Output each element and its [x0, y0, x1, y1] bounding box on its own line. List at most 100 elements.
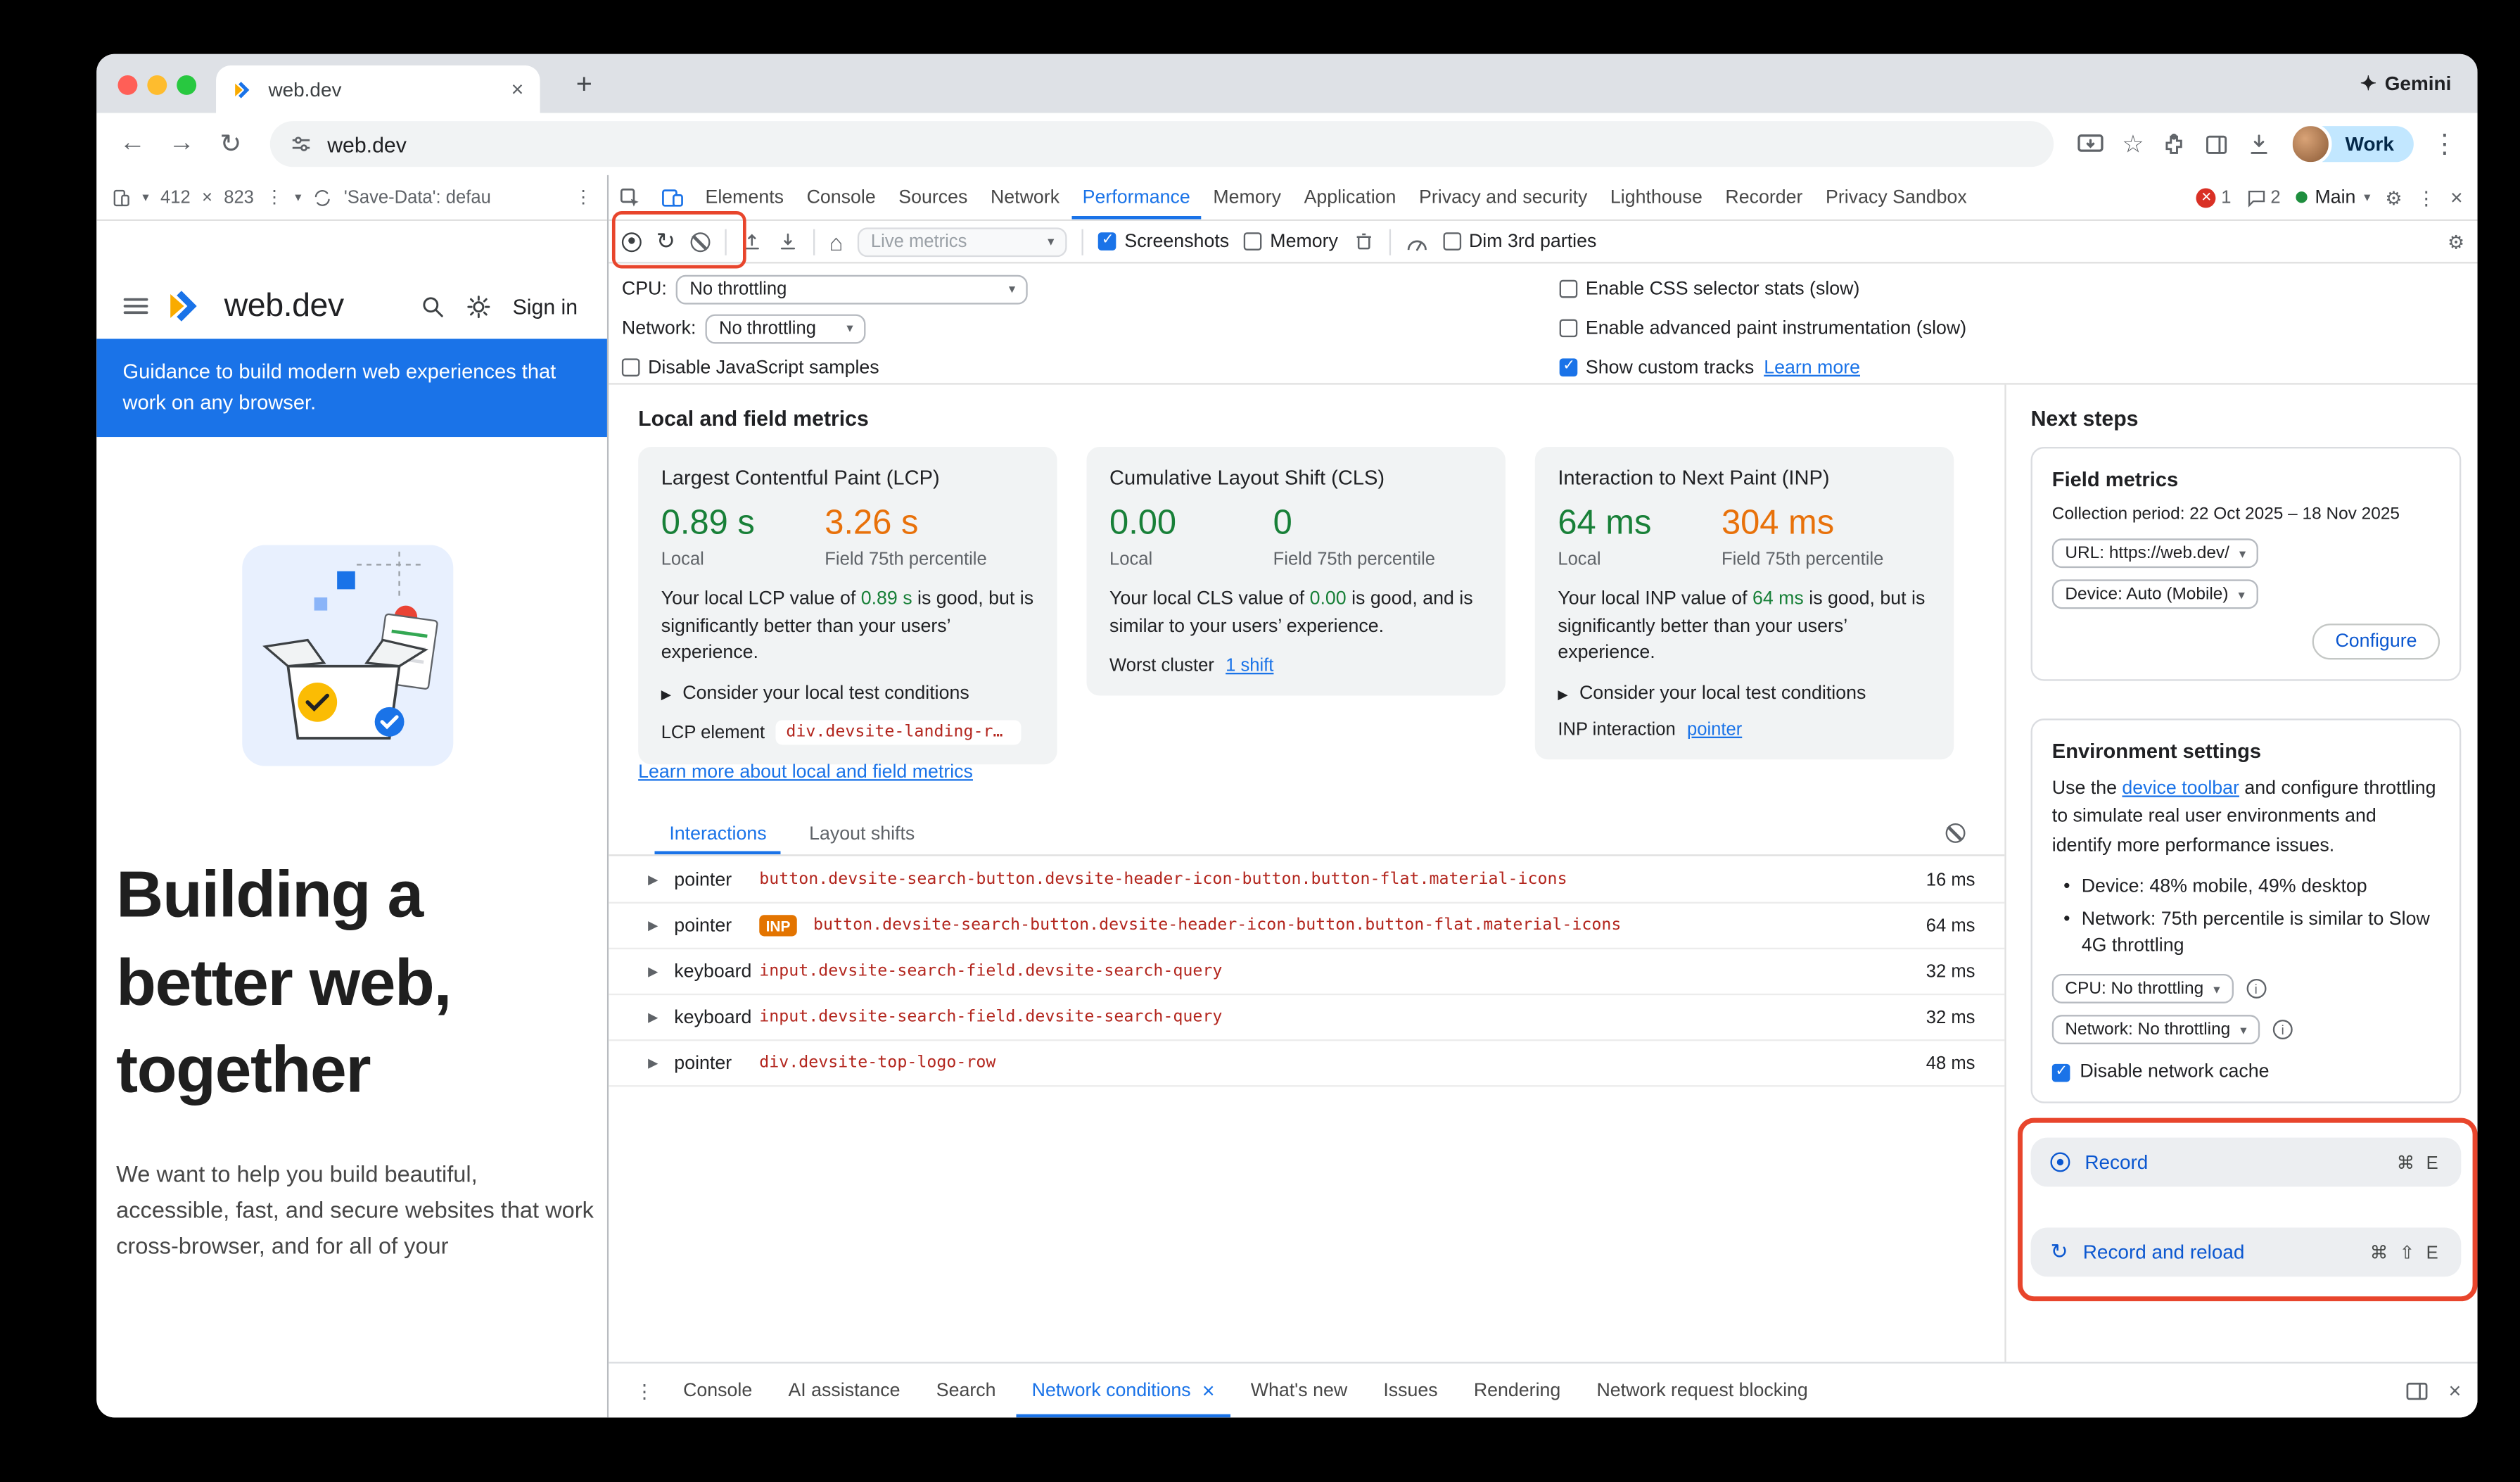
history-select[interactable]: Live metrics ▾	[858, 227, 1067, 256]
record-reload-icon[interactable]: ↻	[656, 227, 675, 255]
sign-in-button[interactable]: Sign in	[513, 294, 578, 319]
gemini-button[interactable]: ✦ Gemini	[2360, 54, 2452, 113]
devtools-settings-icon[interactable]: ⚙	[2385, 186, 2402, 209]
interaction-target[interactable]: button.devsite-search-button.devsite-hea…	[759, 870, 1887, 889]
devtools-close-icon[interactable]: ×	[2450, 185, 2463, 210]
lcp-test-conditions-expander[interactable]: ▶ Consider your local test conditions	[661, 684, 1034, 704]
tab-sources[interactable]: Sources	[887, 175, 979, 220]
tab-network[interactable]: Network	[979, 175, 1071, 220]
clear-interactions-icon[interactable]	[1946, 823, 1966, 843]
minimize-window-button[interactable]	[147, 75, 167, 95]
dock-side-icon[interactable]	[2406, 1381, 2429, 1400]
chevron-down-icon[interactable]: ▾	[142, 190, 148, 205]
address-bar[interactable]: web.dev	[270, 121, 2054, 167]
inspect-element-icon[interactable]	[609, 175, 651, 220]
drawer-tab-network-request-blocking[interactable]: Network request blocking	[1580, 1364, 1824, 1418]
tab-layout-shifts[interactable]: Layout shifts	[794, 813, 929, 854]
lcp-element-link[interactable]: div.devsite-landing-row-ite…	[776, 720, 1022, 745]
tab-application[interactable]: Application	[1292, 175, 1407, 220]
extensions-icon[interactable]	[2162, 132, 2187, 156]
dim-3rd-parties-checkbox[interactable]: Dim 3rd parties	[1443, 232, 1597, 251]
inp-test-conditions-expander[interactable]: ▶ Consider your local test conditions	[1558, 684, 1930, 704]
network-throttling-select[interactable]: No throttling ▾	[706, 313, 866, 343]
record-and-reload-button[interactable]: ↻ Record and reload ⌘ ⇧ E	[2031, 1228, 2462, 1277]
device-width[interactable]: 412	[160, 187, 191, 207]
tab-recorder[interactable]: Recorder	[1714, 175, 1814, 220]
close-window-button[interactable]	[117, 75, 137, 95]
interaction-row[interactable]: ▶ pointer button.devsite-search-button.d…	[609, 858, 2004, 904]
info-icon[interactable]: i	[2246, 979, 2266, 999]
paint-instrumentation-checkbox[interactable]: Enable advanced paint instrumentation (s…	[1560, 318, 1966, 338]
interaction-row[interactable]: ▶ pointer INP button.devsite-search-butt…	[609, 904, 2004, 949]
tab-memory[interactable]: Memory	[1202, 175, 1292, 220]
gc-icon[interactable]	[1353, 231, 1374, 252]
clear-icon[interactable]	[690, 232, 710, 251]
learn-more-link[interactable]: Learn more	[1764, 357, 1860, 377]
new-tab-button[interactable]: +	[576, 69, 592, 102]
row-expand-icon[interactable]: ▶	[648, 918, 674, 933]
screenshots-checkbox[interactable]: Screenshots	[1098, 232, 1229, 251]
cls-shift-link[interactable]: 1 shift	[1226, 657, 1273, 677]
interaction-target[interactable]: div.devsite-top-logo-row	[759, 1054, 1887, 1072]
reload-button[interactable]: ↻	[208, 121, 253, 167]
gauge-icon[interactable]	[1405, 232, 1428, 251]
tab-elements[interactable]: Elements	[694, 175, 795, 220]
tab-console[interactable]: Console	[795, 175, 887, 220]
drawer-tab-whats-new[interactable]: What's new	[1234, 1364, 1363, 1418]
forward-button[interactable]: →	[159, 121, 205, 167]
row-expand-icon[interactable]: ▶	[648, 964, 674, 979]
env-cpu-select[interactable]: CPU: No throttling ▾	[2052, 974, 2233, 1003]
site-settings-icon[interactable]	[290, 132, 313, 156]
field-url-select[interactable]: URL: https://web.dev/ ▾	[2052, 538, 2259, 568]
rotate-icon[interactable]	[313, 187, 333, 207]
interaction-row[interactable]: ▶ keyboard input.devsite-search-field.de…	[609, 949, 2004, 995]
device-height[interactable]: 823	[224, 187, 254, 207]
drawer-tab-console[interactable]: Console	[667, 1364, 769, 1418]
tab-interactions[interactable]: Interactions	[654, 813, 781, 854]
error-badge[interactable]: ✕ 1	[2196, 187, 2231, 207]
tab-performance[interactable]: Performance	[1071, 175, 1202, 220]
drawer-tab-ai-assistance[interactable]: AI assistance	[772, 1364, 917, 1418]
row-expand-icon[interactable]: ▶	[648, 1056, 674, 1070]
interaction-target[interactable]: input.devsite-search-field.devsite-searc…	[759, 1008, 1887, 1027]
back-button[interactable]: ←	[110, 121, 155, 167]
device-toolbar-toggle-icon[interactable]	[651, 175, 694, 220]
drawer-tab-rendering[interactable]: Rendering	[1458, 1364, 1577, 1418]
drawer-tab-issues[interactable]: Issues	[1367, 1364, 1454, 1418]
row-expand-icon[interactable]: ▶	[648, 1010, 674, 1025]
webdev-wordmark[interactable]: web.dev	[224, 287, 344, 324]
hamburger-menu-icon[interactable]	[122, 295, 148, 318]
zoom-menu-icon[interactable]: ⋮	[265, 186, 284, 208]
interaction-target[interactable]: button.devsite-search-button.devsite-hea…	[813, 917, 1887, 935]
throttling-select[interactable]: 'Save-Data': defau	[344, 187, 491, 207]
close-drawer-icon[interactable]: ×	[2449, 1378, 2462, 1402]
cpu-throttling-select[interactable]: No throttling ▾	[677, 274, 1029, 304]
configure-button[interactable]: Configure	[2312, 623, 2440, 659]
dimensions-icon[interactable]	[111, 187, 131, 207]
device-toolbar-link[interactable]: device toolbar	[2122, 779, 2239, 799]
learn-metrics-link[interactable]: Learn more about local and field metrics	[638, 763, 973, 783]
capture-settings-gear-icon[interactable]: ⚙	[2448, 230, 2464, 253]
upload-profile-icon[interactable]	[741, 231, 762, 252]
downloads-icon[interactable]	[2247, 132, 2272, 156]
custom-tracks-checkbox[interactable]: Show custom tracks	[1560, 357, 1755, 377]
search-icon[interactable]	[421, 294, 445, 319]
interaction-target[interactable]: input.devsite-search-field.devsite-searc…	[759, 963, 1887, 981]
tab-privacy-security[interactable]: Privacy and security	[1408, 175, 1599, 220]
tab-privacy-sandbox[interactable]: Privacy Sandbox	[1814, 175, 1978, 220]
close-drawer-tab-icon[interactable]: ×	[1202, 1378, 1215, 1402]
devtools-menu-icon[interactable]: ⋮	[2417, 186, 2436, 209]
download-profile-icon[interactable]	[777, 231, 798, 252]
drawer-tab-search[interactable]: Search	[919, 1364, 1012, 1418]
side-panel-icon[interactable]	[2205, 132, 2229, 156]
env-network-select[interactable]: Network: No throttling ▾	[2052, 1015, 2260, 1044]
disable-network-cache-checkbox[interactable]: Disable network cache	[2052, 1063, 2440, 1082]
bookmark-star-icon[interactable]: ☆	[2122, 129, 2144, 159]
browser-tab[interactable]: web.dev ×	[216, 65, 540, 113]
record-button[interactable]: Record ⌘ E	[2031, 1138, 2462, 1187]
issues-badge[interactable]: 2	[2246, 187, 2280, 207]
theme-toggle-icon[interactable]	[466, 294, 491, 319]
browser-menu-icon[interactable]: ⋮	[2431, 127, 2457, 160]
webdev-logo-icon[interactable]	[165, 285, 208, 327]
close-tab-icon[interactable]: ×	[511, 77, 524, 101]
